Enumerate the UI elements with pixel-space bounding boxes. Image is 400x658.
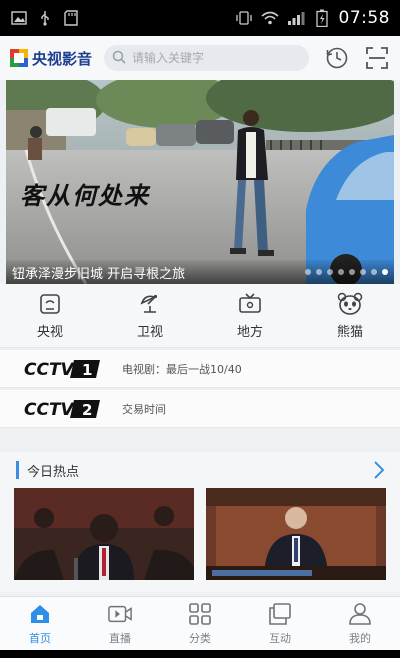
- hot-header: 今日热点: [0, 452, 400, 488]
- more-button[interactable]: [372, 460, 386, 480]
- history-clock-icon: [326, 47, 348, 69]
- interaction-icon: [268, 602, 292, 626]
- home-icon: [28, 602, 52, 626]
- hot-video-thumbnail: [14, 488, 194, 580]
- category-label: 熊猫: [336, 325, 363, 340]
- search-icon: [112, 49, 126, 68]
- carousel-dots: [305, 269, 388, 275]
- carousel-dot[interactable]: [338, 269, 344, 275]
- battery-charging-icon: [313, 9, 331, 27]
- banner-carousel[interactable]: 客从何处来 钮承泽漫步旧城 开启寻根之旅: [6, 80, 394, 284]
- banner-caption: 钮承泽漫步旧城 开启寻根之旅: [12, 266, 186, 282]
- search-input[interactable]: [132, 51, 301, 65]
- scan-icon: [366, 47, 388, 69]
- carousel-dot[interactable]: [316, 269, 322, 275]
- app-header: 央视影音: [0, 36, 400, 80]
- channel-number: 2: [82, 401, 92, 419]
- tab-category[interactable]: 分类: [170, 602, 230, 646]
- carousel-dot[interactable]: [349, 269, 355, 275]
- tab-label: 互动: [269, 631, 291, 645]
- channel-program: 电视剧：最后一战10/40: [122, 362, 242, 376]
- app-name: 央视影音: [32, 49, 93, 68]
- live-play-icon: [108, 602, 132, 626]
- vibrate-icon: [235, 9, 253, 27]
- channel-number: 1: [82, 361, 92, 379]
- hot-section: 今日热点: [0, 452, 400, 592]
- signal-icon: [287, 9, 305, 27]
- app-logo[interactable]: 央视影音: [10, 48, 102, 69]
- category-local[interactable]: 地方: [215, 291, 285, 340]
- scan-button[interactable]: [364, 45, 390, 71]
- channel-logo-text: CCTV: [24, 360, 76, 380]
- tab-label: 首页: [29, 631, 51, 645]
- grid-category-icon: [188, 602, 212, 626]
- banner-caption-bar: 钮承泽漫步旧城 开启寻根之旅: [6, 260, 394, 284]
- status-bar: 07:58: [0, 0, 400, 36]
- tv-screen-icon: [37, 291, 63, 317]
- hot-video-card[interactable]: [206, 488, 386, 580]
- category-bar: 央视 卫视 地方 熊猫: [0, 284, 400, 348]
- category-label: 地方: [236, 325, 263, 340]
- tab-label: 我的: [349, 631, 371, 645]
- carousel-dot[interactable]: [305, 269, 311, 275]
- channel-row[interactable]: CCTV 1 电视剧：最后一战10/40: [0, 350, 400, 388]
- category-label: 央视: [36, 325, 63, 340]
- channel-row[interactable]: CCTV 2 交易时间: [0, 390, 400, 428]
- hot-video-thumbnail: [206, 488, 386, 580]
- sd-card-icon: [62, 9, 80, 27]
- tab-label: 直播: [109, 631, 131, 645]
- hot-video-card[interactable]: [14, 488, 194, 580]
- tab-interaction[interactable]: 互动: [250, 602, 310, 646]
- banner-overlay-title: 客从何处来: [20, 181, 150, 210]
- wifi-icon: [260, 9, 279, 27]
- category-panda[interactable]: 熊猫: [315, 291, 385, 340]
- category-satellite[interactable]: 卫视: [115, 291, 185, 340]
- user-icon: [348, 602, 372, 626]
- cctv-logo-icon: [10, 49, 28, 67]
- channel-logo-text: CCTV: [24, 400, 76, 420]
- category-cctv[interactable]: 央视: [15, 291, 85, 340]
- status-time: 07:58: [338, 8, 390, 28]
- carousel-dot[interactable]: [360, 269, 366, 275]
- tab-profile[interactable]: 我的: [330, 602, 390, 646]
- tab-label: 分类: [189, 631, 211, 645]
- usb-icon: [36, 9, 54, 27]
- cctv2-logo: CCTV 2: [22, 397, 102, 421]
- carousel-dot-active[interactable]: [382, 269, 388, 275]
- category-label: 卫视: [136, 325, 163, 340]
- channel-program: 交易时间: [122, 402, 166, 416]
- hot-title: 今日热点: [27, 464, 80, 480]
- carousel-dot[interactable]: [371, 269, 377, 275]
- tab-live[interactable]: 直播: [90, 602, 150, 646]
- satellite-dish-icon: [137, 291, 163, 317]
- television-icon: [237, 291, 263, 317]
- history-button[interactable]: [324, 45, 350, 71]
- search-box[interactable]: [104, 45, 309, 71]
- system-nav-strip: [0, 650, 400, 658]
- panda-icon: [337, 291, 363, 317]
- section-accent-bar: [16, 461, 19, 479]
- bottom-tab-bar: 首页 直播 分类 互动 我的: [0, 596, 400, 650]
- channel-list: CCTV 1 电视剧：最后一战10/40 CCTV 2 交易时间: [0, 350, 400, 428]
- tab-home[interactable]: 首页: [10, 602, 70, 646]
- carousel-dot[interactable]: [327, 269, 333, 275]
- cctv1-logo: CCTV 1: [22, 357, 102, 381]
- chevron-right-icon: [374, 461, 385, 479]
- image-notification-icon: [10, 9, 28, 27]
